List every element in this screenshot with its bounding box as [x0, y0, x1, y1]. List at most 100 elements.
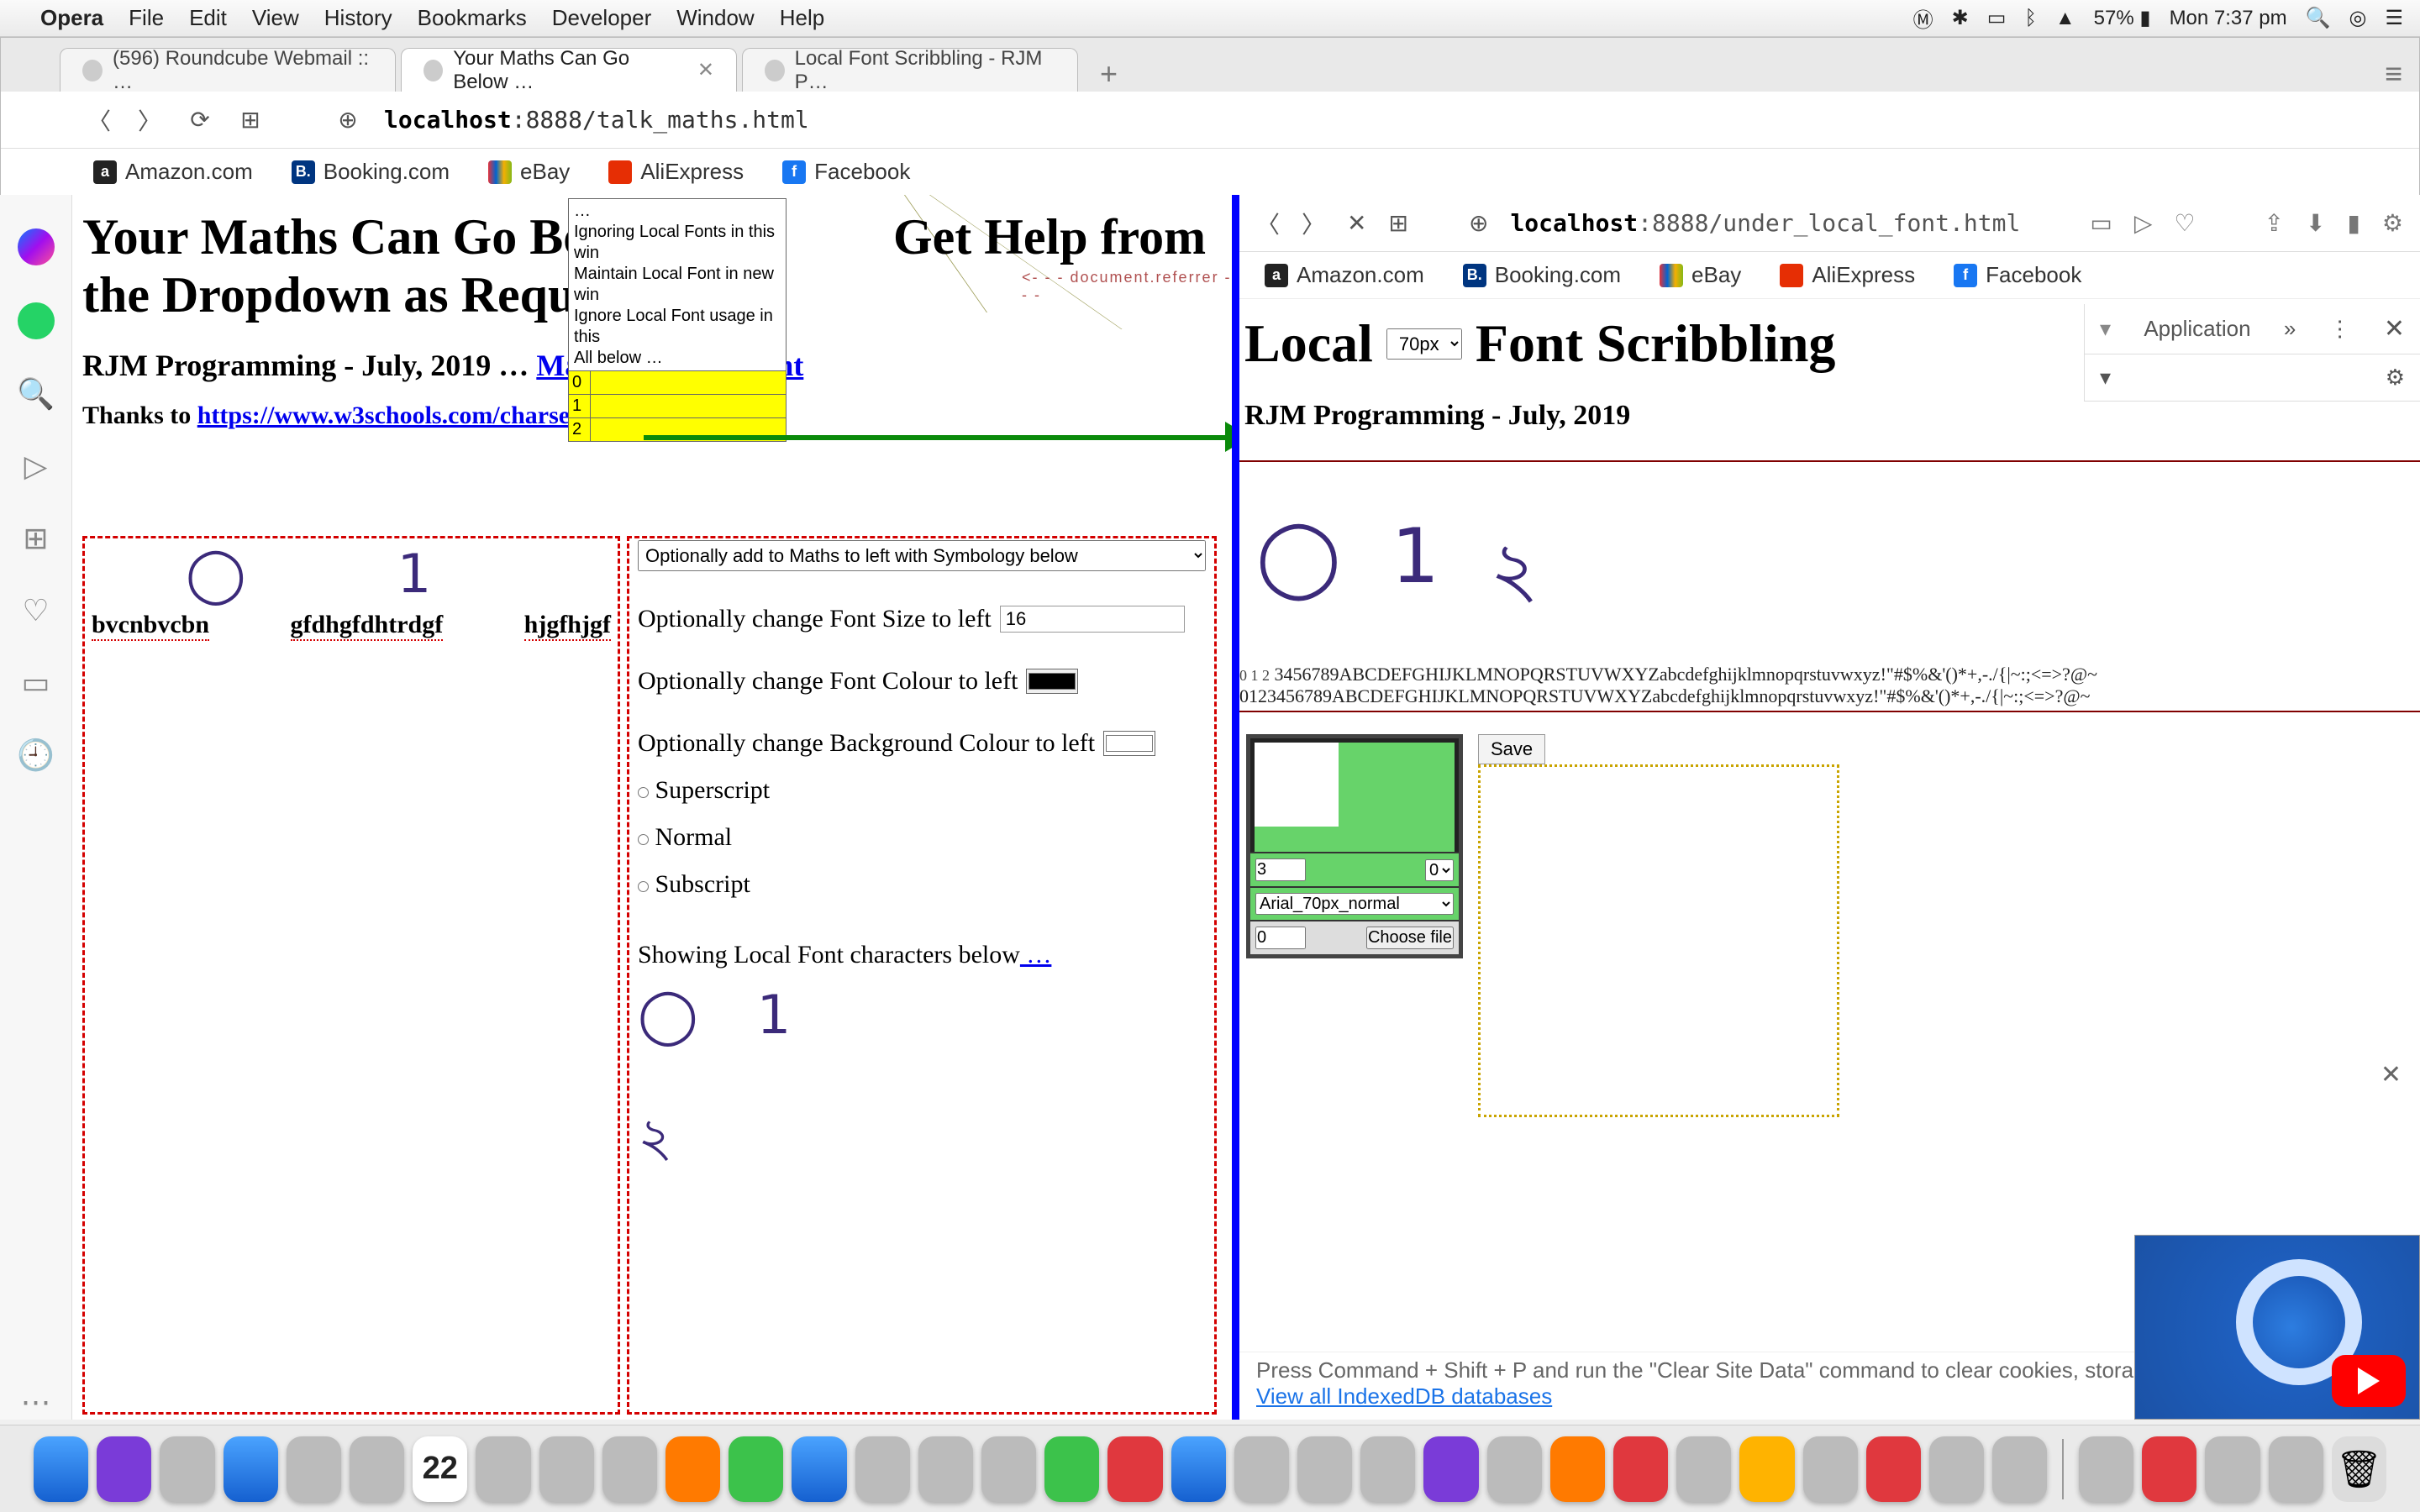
download-icon[interactable]: ⬇ [2306, 209, 2325, 237]
new-tab-button[interactable]: + [1083, 56, 1134, 92]
menu-history[interactable]: History [324, 5, 392, 31]
easy-setup-icon[interactable]: ⚙ [2382, 209, 2403, 237]
maths-input-box[interactable]: ◯ 𝟣 bvcnbvcbn gfdhgfdhtrdgf hjgfhjgf [82, 536, 620, 1415]
status-mcafee-icon[interactable]: Ⓜ [1913, 3, 1933, 33]
devtools-close-icon[interactable]: ✕ [2384, 314, 2405, 344]
status-clock[interactable]: Mon 7:37 pm [2170, 7, 2287, 30]
forward-button[interactable]: 〉 [135, 103, 164, 137]
dock-app-icon[interactable] [1803, 1436, 1858, 1502]
flow-icon[interactable]: ▷ [24, 449, 48, 484]
bookmark-facebook[interactable]: fFacebook [782, 159, 910, 185]
dock-app-icon[interactable] [855, 1436, 910, 1502]
second-index-input[interactable] [1255, 927, 1306, 949]
dock-app-icon[interactable] [1360, 1436, 1415, 1502]
dock-app-icon[interactable] [602, 1436, 657, 1502]
font-row-num[interactable]: 0 [569, 371, 591, 394]
devtools-tab-application[interactable]: Application [2144, 316, 2250, 342]
menu-help[interactable]: Help [780, 5, 824, 31]
dock-app-icon[interactable] [350, 1436, 404, 1502]
dock-firefox-icon[interactable] [1550, 1436, 1605, 1502]
font-family-select[interactable]: Arial_70px_normal [1255, 893, 1454, 915]
dock-app-icon[interactable] [160, 1436, 214, 1502]
tab-maths[interactable]: Your Maths Can Go Below …✕ [401, 48, 737, 92]
font-row-num[interactable]: 2 [569, 418, 591, 441]
subscript-radio[interactable] [638, 881, 649, 892]
bgcolour-input[interactable] [1103, 731, 1155, 756]
dock-terminal-icon[interactable] [1929, 1436, 1984, 1502]
char-index-input[interactable] [1255, 858, 1306, 881]
speed-dial-icon[interactable]: ⊞ [1389, 209, 1408, 237]
menu-developer[interactable]: Developer [552, 5, 652, 31]
dock-item-icon[interactable] [2269, 1436, 2323, 1502]
font-row-num[interactable]: 1 [569, 395, 591, 417]
symbology-select[interactable]: Optionally add to Maths to left with Sym… [638, 540, 1206, 571]
status-wifi-icon[interactable]: ▲ [2055, 7, 2075, 30]
messenger-icon[interactable] [18, 228, 55, 265]
menu-window[interactable]: Window [676, 5, 754, 31]
dock-finder-icon[interactable] [34, 1436, 88, 1502]
dock-item-icon[interactable] [2079, 1436, 2133, 1502]
save-button[interactable]: Save [1478, 734, 1545, 764]
superscript-radio[interactable] [638, 787, 649, 798]
bookmark-aliexpress[interactable]: AliExpress [608, 159, 744, 185]
site-info-icon[interactable]: ⊕ [1469, 209, 1488, 237]
normal-radio[interactable] [638, 834, 649, 845]
tabs-menu-icon[interactable]: ≡ [2368, 56, 2419, 92]
pane-divider[interactable] [1232, 195, 1239, 1420]
youtube-play-icon[interactable] [2332, 1355, 2406, 1407]
menu-view[interactable]: View [252, 5, 299, 31]
status-display-icon[interactable]: ▭ [1987, 6, 2007, 30]
back-button[interactable]: 〈 [1256, 207, 1280, 240]
dock-app-icon[interactable] [1044, 1436, 1099, 1502]
local-font-more-link[interactable]: … [1020, 941, 1052, 969]
dock-app-icon[interactable] [1297, 1436, 1352, 1502]
site-info-icon[interactable]: ⊕ [334, 106, 362, 134]
dock-safari-icon[interactable] [224, 1436, 278, 1502]
status-puzzle-icon[interactable]: ✱ [1952, 6, 1969, 30]
bookmark-booking[interactable]: B.Booking.com [1463, 262, 1621, 288]
send-icon[interactable]: ▷ [2134, 209, 2153, 237]
menu-bookmarks[interactable]: Bookmarks [418, 5, 527, 31]
char-offset-select[interactable]: 0 [1425, 859, 1454, 881]
dock-app-icon[interactable] [981, 1436, 1036, 1502]
bookmark-amazon[interactable]: aAmazon.com [1265, 262, 1424, 288]
panel-close-icon[interactable]: ✕ [2381, 1060, 2402, 1089]
bookmark-facebook[interactable]: fFacebook [1954, 262, 2081, 288]
tab-localfont[interactable]: Local Font Scribbling - RJM P… [742, 48, 1078, 92]
bookmark-booking[interactable]: B.Booking.com [292, 159, 450, 185]
status-spotlight-icon[interactable]: 🔍 [2306, 6, 2331, 30]
dock-siri-icon[interactable] [97, 1436, 151, 1502]
dock-messages-icon[interactable] [729, 1436, 783, 1502]
share-icon[interactable]: ⇪ [2265, 209, 2284, 237]
forward-button[interactable]: 〉 [1302, 207, 1325, 240]
bookmark-ebay[interactable]: eBay [488, 159, 570, 185]
sidebar-settings-icon[interactable]: ⋯ [21, 1384, 51, 1420]
dock-app-icon[interactable] [1676, 1436, 1731, 1502]
video-preview-card[interactable] [2134, 1235, 2420, 1420]
dock-calendar-icon[interactable]: 22 [413, 1436, 467, 1502]
news-icon[interactable]: ▭ [21, 665, 50, 701]
dock-app-icon[interactable] [1992, 1436, 2047, 1502]
bookmark-amazon[interactable]: aAmazon.com [93, 159, 253, 185]
status-bluetooth-icon[interactable]: ᛒ [2024, 7, 2036, 30]
search-icon[interactable]: 🔍 [17, 376, 55, 412]
menu-edit[interactable]: Edit [189, 5, 227, 31]
dock-app-icon[interactable] [918, 1436, 973, 1502]
url-field[interactable]: localhost:8888/under_local_font.html [1510, 209, 2020, 237]
status-control-icon[interactable]: ☰ [2385, 6, 2403, 30]
reload-button[interactable]: ⟳ [186, 106, 214, 134]
font-size-select[interactable]: 70px [1386, 328, 1462, 360]
heart-icon[interactable]: ♡ [22, 593, 49, 628]
dock-app-icon[interactable] [666, 1436, 720, 1502]
fontsize-input[interactable] [1000, 606, 1185, 633]
devtools-menu-icon[interactable]: ⋮ [2329, 316, 2351, 342]
history-icon[interactable]: 🕘 [17, 738, 55, 773]
dock-app-icon[interactable] [1107, 1436, 1162, 1502]
devtools-gear-icon[interactable]: ⚙ [2386, 365, 2405, 391]
bookmark-ebay[interactable]: eBay [1660, 262, 1741, 288]
dock-app-icon[interactable] [539, 1436, 594, 1502]
dock-item-icon[interactable] [2142, 1436, 2196, 1502]
speed-dial-icon[interactable]: ⊞ [236, 106, 265, 134]
dock-photoshop-icon[interactable] [1423, 1436, 1478, 1502]
url-field[interactable]: localhost:8888/talk_maths.html [384, 106, 809, 134]
